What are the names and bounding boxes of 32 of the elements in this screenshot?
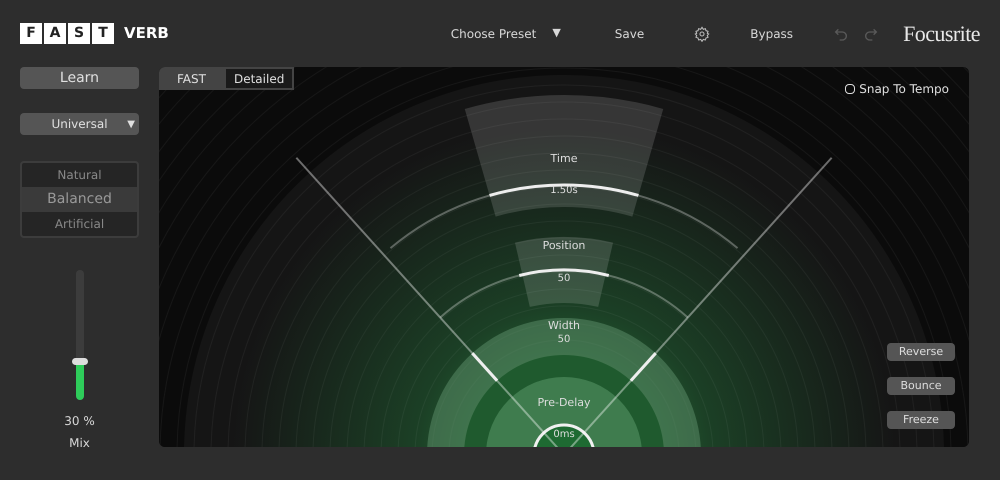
logo-letter: F xyxy=(20,23,42,44)
parameter-label: Position xyxy=(542,240,586,251)
preset-dropdown[interactable]: Choose Preset ▼ xyxy=(450,24,561,42)
parameter-label: Time xyxy=(550,153,578,164)
parameter-value: 50 xyxy=(558,335,570,345)
style-option[interactable]: Artificial xyxy=(22,212,137,236)
logo-letter: T xyxy=(92,23,114,44)
parameter-label: Width xyxy=(548,320,580,331)
logo-letter: S xyxy=(68,23,90,44)
view-tab[interactable]: FAST xyxy=(159,67,224,90)
mix-label: Mix xyxy=(68,435,91,452)
brand-logo: Focusrite xyxy=(903,20,980,48)
save-button[interactable]: Save xyxy=(614,24,644,42)
style-option[interactable]: Natural xyxy=(22,163,137,187)
parameter-value: 1.50s xyxy=(550,186,578,196)
source-dropdown[interactable]: Universal ▼ xyxy=(20,113,139,135)
slider-handle[interactable] xyxy=(72,358,88,365)
style-option[interactable]: Balanced xyxy=(22,187,137,212)
mode-button[interactable]: Freeze xyxy=(887,411,955,429)
mix-reading: 30 % xyxy=(63,413,96,430)
parameter-value: 50 xyxy=(558,274,570,284)
logo-letter: A xyxy=(44,23,66,44)
settings-icon[interactable] xyxy=(694,26,710,42)
parameter-value: 0ms xyxy=(553,430,575,440)
view-tab[interactable]: Detailed xyxy=(224,67,294,90)
learn-button[interactable]: Learn xyxy=(20,67,139,89)
logo-word: VERB xyxy=(124,23,169,44)
bypass-button[interactable]: Bypass xyxy=(750,24,794,42)
parameter-label: Pre-Delay xyxy=(538,397,590,408)
mode-button[interactable]: Reverse xyxy=(887,343,955,361)
snap-to-tempo-checkbox[interactable]: Snap To Tempo xyxy=(845,80,949,98)
mode-button[interactable]: Bounce xyxy=(887,377,955,395)
